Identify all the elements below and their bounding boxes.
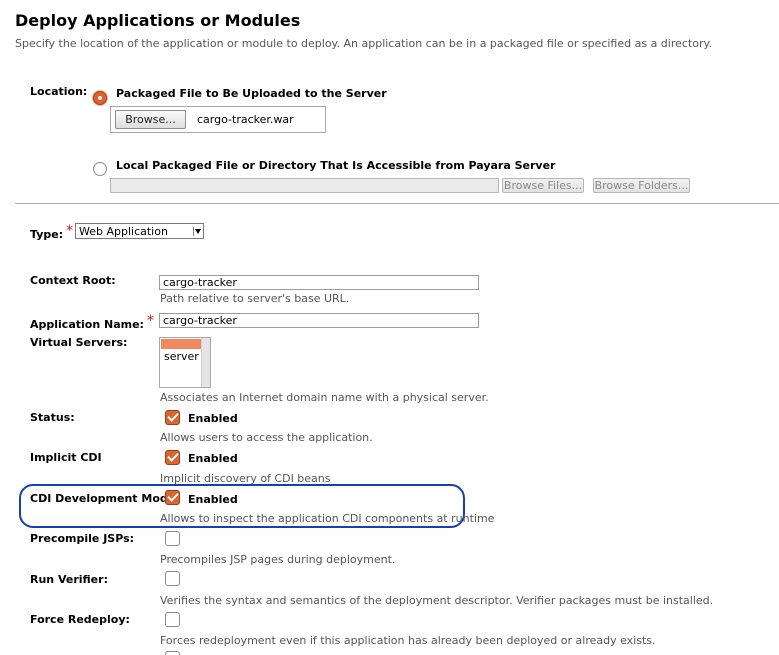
status-label: Status:	[30, 411, 75, 424]
location-label: Location:	[30, 85, 88, 98]
implicit-cdi-checkbox[interactable]	[165, 450, 180, 465]
precompile-jsps-help: Precompiles JSP pages during deployment.	[160, 553, 396, 566]
force-redeploy-checkbox[interactable]	[165, 612, 180, 627]
status-enabled-label[interactable]: Enabled	[188, 412, 238, 425]
radio-packaged-upload[interactable]	[93, 91, 107, 105]
cdi-dev-mode-checkbox[interactable]	[165, 490, 180, 505]
next-option-checkbox[interactable]	[165, 651, 180, 655]
context-root-label: Context Root:	[30, 274, 116, 287]
type-label: Type: *	[30, 223, 74, 242]
type-select[interactable]: Web Application	[75, 223, 204, 239]
page-title: Deploy Applications or Modules	[15, 11, 301, 30]
cdi-dev-mode-enabled-label[interactable]: Enabled	[188, 493, 238, 506]
required-marker: *	[146, 313, 154, 329]
browse-button[interactable]: Browse...	[115, 110, 186, 129]
implicit-cdi-enabled-label[interactable]: Enabled	[188, 452, 238, 465]
type-label-text: Type:	[30, 228, 64, 241]
app-name-label-text: Application Name:	[30, 318, 144, 331]
selected-file-name: cargo-tracker.war	[197, 113, 294, 126]
section-divider	[15, 203, 779, 204]
virtual-servers-scrollbar[interactable]	[201, 338, 210, 387]
cdi-dev-mode-label: CDI Development Mode	[30, 492, 176, 505]
radio-local-file-label[interactable]: Local Packaged File or Directory That Is…	[116, 159, 555, 172]
status-enabled-checkbox[interactable]	[165, 410, 180, 425]
precompile-jsps-checkbox[interactable]	[165, 531, 180, 546]
virtual-servers-list[interactable]: server	[159, 337, 211, 388]
virtual-servers-help: Associates an Internet domain name with …	[160, 391, 489, 404]
file-upload-field[interactable]: Browse... cargo-tracker.war	[110, 106, 326, 133]
context-root-input[interactable]: cargo-tracker	[159, 275, 479, 290]
app-name-input[interactable]: cargo-tracker	[159, 313, 479, 328]
list-item[interactable]: server	[164, 350, 199, 363]
required-marker: *	[66, 223, 74, 239]
page-description: Specify the location of the application …	[15, 37, 712, 50]
run-verifier-checkbox[interactable]	[165, 571, 180, 586]
context-root-help: Path relative to server's base URL.	[160, 292, 350, 305]
precompile-jsps-label: Precompile JSPs:	[30, 532, 135, 545]
radio-local-file[interactable]	[93, 162, 107, 176]
force-redeploy-help: Forces redeployment even if this applica…	[160, 634, 656, 647]
radio-packaged-upload-label[interactable]: Packaged File to Be Uploaded to the Serv…	[116, 87, 387, 100]
run-verifier-help: Verifies the syntax and semantics of the…	[160, 594, 714, 607]
cdi-dev-mode-help: Allows to inspect the application CDI co…	[160, 512, 495, 525]
force-redeploy-label: Force Redeploy:	[30, 613, 130, 626]
implicit-cdi-label: Implicit CDI	[30, 451, 102, 464]
browse-folders-button[interactable]: Browse Folders...	[593, 178, 690, 193]
status-help: Allows users to access the application.	[160, 431, 373, 444]
app-name-label: Application Name: *	[30, 313, 154, 332]
browse-files-button[interactable]: Browse Files...	[502, 178, 584, 193]
local-path-input[interactable]	[110, 178, 499, 193]
virtual-servers-label: Virtual Servers:	[30, 336, 128, 349]
chevron-down-icon	[193, 227, 201, 236]
virtual-servers-selection[interactable]	[161, 339, 201, 349]
type-select-value: Web Application	[79, 224, 168, 238]
run-verifier-label: Run Verifier:	[30, 573, 108, 586]
